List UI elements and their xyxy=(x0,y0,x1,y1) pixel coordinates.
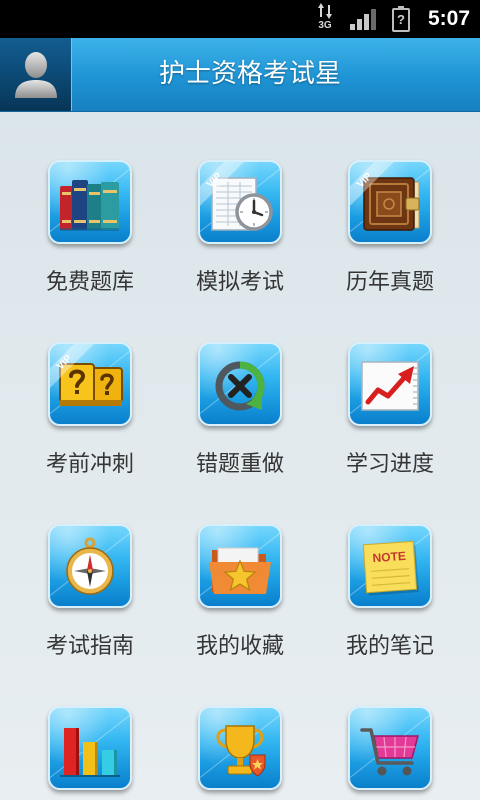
menu-tile[interactable]: VIP xyxy=(198,342,282,426)
shopping-cart-icon xyxy=(360,728,419,776)
trophy-icon xyxy=(216,725,266,777)
menu-item-label: 历年真题 xyxy=(345,270,434,295)
status-bar: 3G ? 5:07 xyxy=(0,0,480,38)
bar-chart-icon xyxy=(60,728,120,777)
battery-status: ? xyxy=(397,12,405,27)
menu-item-exam-guide[interactable]: VIP 考试指南 xyxy=(15,524,165,659)
menu-item-redo-wrong-questions[interactable]: VIP 错题重做 xyxy=(165,342,315,477)
network-type: 3G xyxy=(318,20,332,31)
menu-tile[interactable]: VIP xyxy=(198,706,282,790)
data-arrows-icon xyxy=(318,3,332,19)
menu-item-statistics[interactable]: VIP xyxy=(15,706,165,790)
menu-item-free-question-bank[interactable]: VIP 免费题库 xyxy=(15,160,165,295)
menu-item-pre-exam-sprint[interactable]: VIP 考前冲刺 xyxy=(15,342,165,477)
progress-chart-icon xyxy=(361,361,419,411)
clock: 5:07 xyxy=(428,7,471,30)
avatar-button[interactable] xyxy=(0,38,72,111)
menu-tile[interactable]: VIP xyxy=(348,342,432,426)
menu-item-mock-exam[interactable]: VIP 模拟考试 xyxy=(165,160,315,295)
menu-item-label: 模拟考试 xyxy=(195,270,284,295)
battery-icon: ? xyxy=(392,6,410,32)
menu-item-label: 免费题库 xyxy=(45,270,134,295)
signal-bars-icon xyxy=(350,9,376,30)
redo-cross-icon xyxy=(215,361,265,411)
menu-tile[interactable]: VIP xyxy=(348,160,432,244)
menu-item-achievements[interactable]: VIP xyxy=(165,706,315,790)
menu-item-label: 学习进度 xyxy=(345,452,434,477)
note-icon: NOTE xyxy=(362,540,419,596)
compass-icon xyxy=(66,537,114,595)
menu-tile[interactable]: VIP xyxy=(48,706,132,790)
menu-item-store[interactable]: VIP xyxy=(315,706,465,790)
page-title: 护士资格考试星 xyxy=(158,59,341,89)
books-icon xyxy=(60,180,119,231)
note-icon-text: NOTE xyxy=(372,549,406,565)
menu-item-label: 我的收藏 xyxy=(195,634,284,659)
menu-tile[interactable]: VIP xyxy=(198,160,282,244)
menu-item-past-exams[interactable]: VIP 历年真题 xyxy=(315,160,465,295)
menu-tile[interactable]: VIP xyxy=(48,342,132,426)
menu-item-study-progress[interactable]: VIP 学习进度 xyxy=(315,342,465,477)
menu-tile[interactable]: VIP xyxy=(348,706,432,790)
menu-item-my-notes[interactable]: NOTE VIP 我的笔记 xyxy=(315,524,465,659)
menu-item-my-favorites[interactable]: VIP 我的收藏 xyxy=(165,524,315,659)
network-indicator: 3G xyxy=(314,3,336,35)
menu-tile[interactable]: VIP xyxy=(48,160,132,244)
app-header: 护士资格考试星 xyxy=(0,38,480,112)
user-silhouette-icon xyxy=(15,52,57,98)
menu-item-label: 考试指南 xyxy=(45,634,134,659)
menu-item-label: 错题重做 xyxy=(195,452,284,477)
menu-tile[interactable]: NOTE VIP xyxy=(348,524,432,608)
menu-item-label: 考前冲刺 xyxy=(45,452,134,477)
menu-item-label: 我的笔记 xyxy=(345,634,434,659)
menu-tile[interactable]: VIP xyxy=(48,524,132,608)
star-folder-icon xyxy=(209,547,271,594)
menu-tile[interactable]: VIP xyxy=(198,524,282,608)
